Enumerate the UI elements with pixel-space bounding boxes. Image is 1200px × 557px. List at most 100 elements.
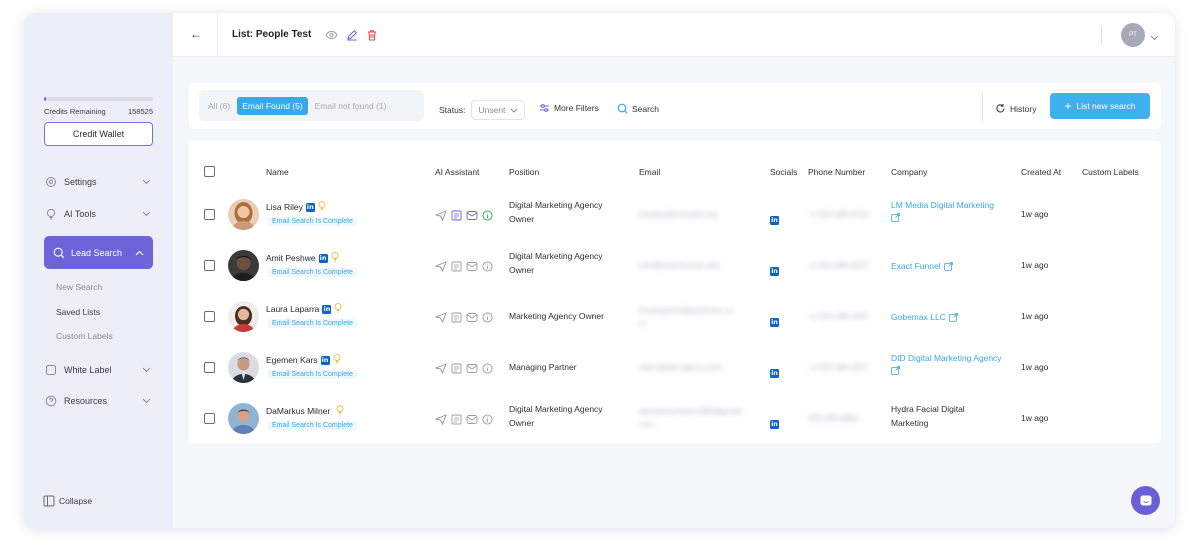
company-link[interactable]: Exact Funnel bbox=[891, 259, 953, 273]
column-header-position[interactable]: Position bbox=[509, 167, 539, 177]
table-row[interactable]: Egemen Kars in Email Search Is Complete M… bbox=[189, 342, 1161, 393]
status-select[interactable]: Unsent bbox=[471, 100, 526, 120]
document-icon[interactable] bbox=[451, 259, 462, 277]
tab-all[interactable]: All (6) bbox=[203, 97, 235, 115]
row-checkbox[interactable] bbox=[204, 413, 215, 424]
sidebar-item-resources[interactable]: Resources bbox=[44, 390, 153, 412]
edit-icon[interactable] bbox=[346, 28, 358, 46]
email-value[interactable]: lauralaparra@gobemax.co m bbox=[639, 304, 733, 330]
send-icon[interactable] bbox=[434, 259, 447, 277]
phone-value[interactable]: +1 555-488-4327 bbox=[808, 259, 869, 272]
info-icon[interactable] bbox=[482, 208, 493, 226]
row-checkbox[interactable] bbox=[204, 311, 215, 322]
person-name[interactable]: Amit Peshwe bbox=[266, 253, 316, 263]
send-icon[interactable] bbox=[434, 310, 447, 328]
sidebar-item-settings[interactable]: Settings bbox=[44, 171, 153, 193]
phone-value[interactable]: 555-280-8990 bbox=[808, 412, 858, 425]
trash-icon[interactable] bbox=[366, 28, 378, 46]
info-icon[interactable] bbox=[482, 361, 493, 379]
linkedin-icon[interactable]: in bbox=[770, 266, 779, 276]
mail-icon[interactable] bbox=[466, 259, 478, 277]
person-name[interactable]: Lisa Riley bbox=[266, 202, 303, 212]
phone-value[interactable]: +1 555-488-4327 bbox=[808, 361, 869, 374]
sidebar-subitem-custom-labels[interactable]: Custom Labels bbox=[56, 331, 113, 341]
send-icon[interactable] bbox=[434, 208, 447, 226]
bulb-icon[interactable] bbox=[334, 303, 342, 315]
document-icon[interactable] bbox=[451, 208, 462, 226]
mail-icon[interactable] bbox=[466, 361, 478, 379]
email-value[interactable]: damarkusmilner1983@gmail. com bbox=[639, 405, 743, 431]
email-value[interactable]: lisariley@lmmedia.net bbox=[639, 208, 717, 221]
bulb-icon[interactable] bbox=[333, 354, 341, 366]
phone-value[interactable]: +1 555-488-4721 bbox=[808, 208, 869, 221]
bulb-icon[interactable] bbox=[318, 201, 326, 213]
linkedin-icon[interactable]: in bbox=[770, 215, 779, 225]
send-icon[interactable] bbox=[434, 412, 447, 430]
info-icon[interactable] bbox=[482, 412, 493, 430]
linkedin-icon[interactable]: in bbox=[320, 355, 330, 365]
row-checkbox[interactable] bbox=[204, 362, 215, 373]
sidebar-item-ai-tools[interactable]: AI Tools bbox=[44, 203, 153, 225]
history-button[interactable]: History bbox=[995, 103, 1036, 114]
sidebar-item-lead-search[interactable]: Lead Search bbox=[44, 236, 153, 269]
row-checkbox[interactable] bbox=[204, 209, 215, 220]
sidebar-subitem-saved-lists[interactable]: Saved Lists bbox=[56, 307, 100, 317]
linkedin-icon[interactable]: in bbox=[770, 317, 779, 327]
avatar bbox=[228, 199, 259, 230]
tab-email-found[interactable]: Email Found (5) bbox=[237, 96, 308, 115]
document-icon[interactable] bbox=[451, 412, 462, 430]
select-all-checkbox[interactable] bbox=[204, 166, 215, 177]
email-value[interactable]: amit@exactfunnel.com bbox=[639, 259, 721, 272]
linkedin-icon[interactable]: in bbox=[318, 253, 328, 263]
eye-icon[interactable] bbox=[325, 28, 338, 46]
sidebar-item-label: White Label bbox=[64, 365, 112, 375]
search-button[interactable]: Search bbox=[617, 103, 659, 114]
mail-icon[interactable] bbox=[466, 412, 478, 430]
table-row[interactable]: Laura Laparra in Email Search Is Complete… bbox=[189, 291, 1161, 342]
column-header-socials[interactable]: Socials bbox=[770, 167, 797, 177]
column-header-ai-assistant[interactable]: AI Assistant bbox=[435, 167, 479, 177]
table-row[interactable]: Lisa Riley in Email Search Is Complete Di… bbox=[189, 189, 1161, 240]
bulb-icon[interactable] bbox=[336, 405, 344, 417]
back-arrow-icon[interactable]: ← bbox=[190, 27, 202, 41]
send-icon[interactable] bbox=[434, 361, 447, 379]
column-header-company[interactable]: Company bbox=[891, 167, 927, 177]
column-header-custom-labels[interactable]: Custom Labels bbox=[1082, 167, 1139, 177]
column-header-phone[interactable]: Phone Number bbox=[808, 167, 865, 177]
sidebar-subitem-new-search[interactable]: New Search bbox=[56, 282, 102, 292]
sidebar-item-white-label[interactable]: White Label bbox=[44, 359, 153, 381]
more-filters-button[interactable]: More Filters bbox=[539, 103, 599, 113]
document-icon[interactable] bbox=[451, 310, 462, 328]
bulb-icon[interactable] bbox=[331, 252, 339, 264]
info-icon[interactable] bbox=[482, 310, 493, 328]
document-icon[interactable] bbox=[451, 361, 462, 379]
avatar[interactable]: PT bbox=[1121, 23, 1145, 47]
info-icon[interactable] bbox=[482, 259, 493, 277]
row-checkbox[interactable] bbox=[204, 260, 215, 271]
mail-icon[interactable] bbox=[466, 310, 478, 328]
company-link[interactable]: Gobemax LLC bbox=[891, 310, 958, 324]
column-header-name[interactable]: Name bbox=[266, 167, 289, 177]
chat-support-button[interactable] bbox=[1131, 486, 1160, 515]
company-link[interactable]: DID Digital Marketing Agency bbox=[891, 351, 1002, 379]
column-header-created-at[interactable]: Created At bbox=[1021, 167, 1061, 177]
mail-icon[interactable] bbox=[466, 208, 478, 226]
phone-value[interactable]: +1 555-488-4337 bbox=[808, 310, 869, 323]
chevron-down-icon[interactable] bbox=[1150, 28, 1159, 46]
linkedin-icon[interactable]: in bbox=[770, 419, 779, 429]
tab-email-not-found[interactable]: Email not found (1) bbox=[310, 97, 392, 115]
person-name[interactable]: Egemen Kars bbox=[266, 355, 318, 365]
linkedin-icon[interactable]: in bbox=[322, 304, 332, 314]
column-header-email[interactable]: Email bbox=[639, 167, 660, 177]
company-link[interactable]: LM Media Digital Marketing bbox=[891, 198, 994, 226]
table-row[interactable]: Amit Peshwe in Email Search Is Complete D… bbox=[189, 240, 1161, 291]
person-name[interactable]: Laura Laparra bbox=[266, 304, 319, 314]
list-new-search-button[interactable]: + List new search bbox=[1050, 93, 1150, 119]
linkedin-icon[interactable]: in bbox=[770, 368, 779, 378]
collapse-button[interactable]: Collapse bbox=[43, 495, 92, 507]
linkedin-icon[interactable]: in bbox=[305, 202, 315, 212]
table-row[interactable]: DaMarkus Milner Email Search Is Complete… bbox=[189, 393, 1161, 444]
person-name[interactable]: DaMarkus Milner bbox=[266, 406, 330, 416]
credit-wallet-button[interactable]: Credit Wallet bbox=[44, 122, 153, 146]
email-value[interactable]: ekars@did-agency.com bbox=[639, 361, 723, 374]
